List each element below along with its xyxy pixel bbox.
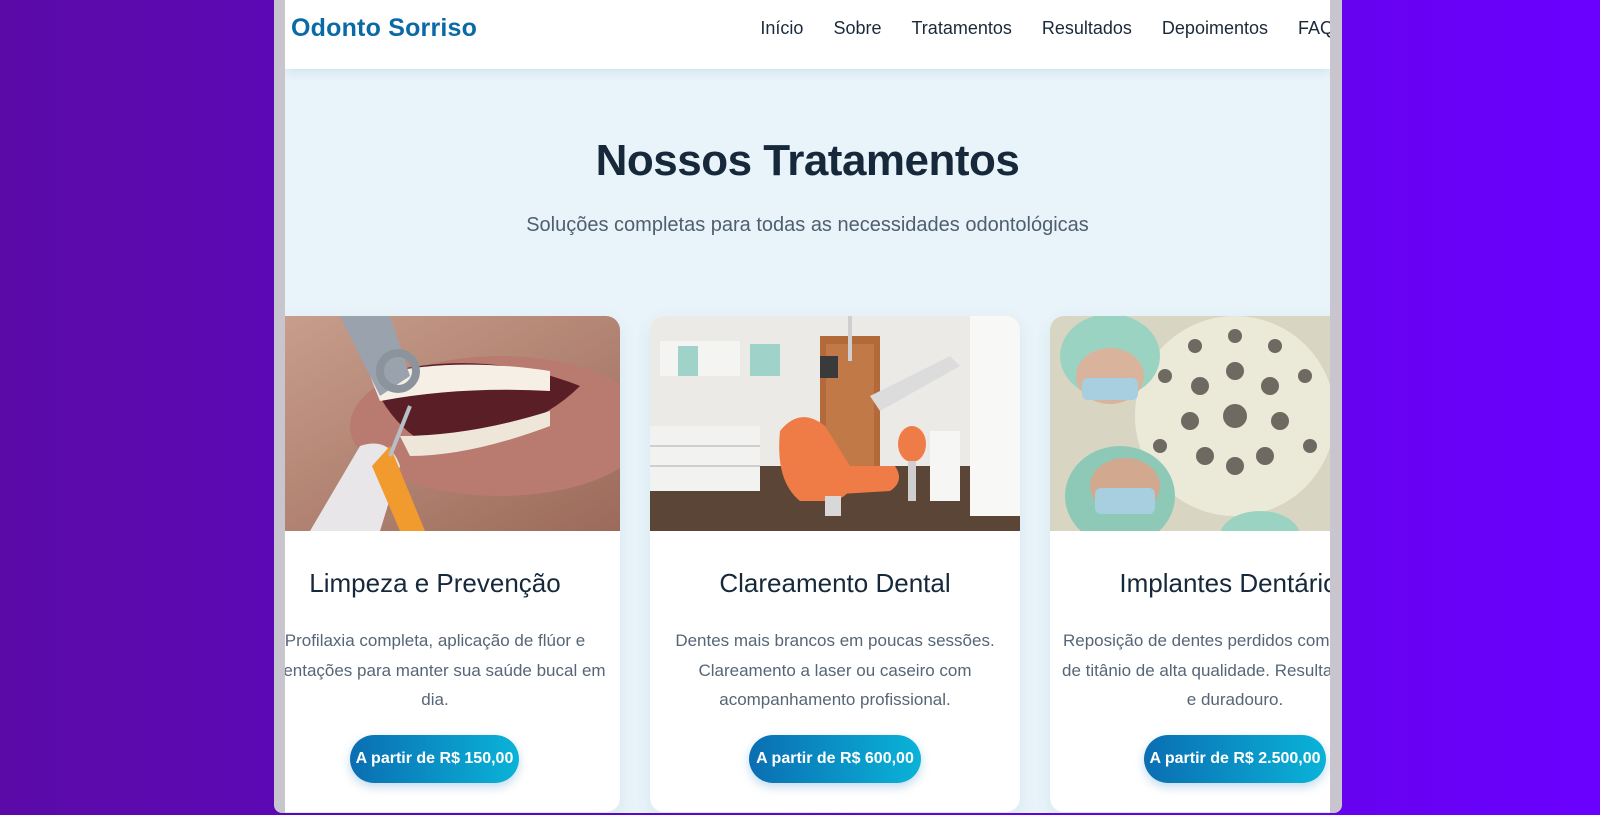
nav-link-depoimentos[interactable]: Depoimentos [1162,18,1268,39]
nav-link-resultados[interactable]: Resultados [1042,18,1132,39]
card-description: Profilaxia completa, aplicação de flúor … [285,631,606,709]
nav-menu: Início Sobre Tratamentos Resultados Depo… [760,18,1330,39]
price-button[interactable]: A partir de R$ 2.500,00 [1144,735,1326,783]
card-description: Dentes mais brancos em poucas sessões. C… [675,631,995,709]
page-viewport: Odonto Sorriso Início Sobre Tratamentos … [285,0,1330,813]
price-button[interactable]: A partir de R$ 150,00 [350,735,519,783]
nav-link-sobre[interactable]: Sobre [833,18,881,39]
card-title: Clareamento Dental [719,568,951,598]
nav-link-tratamentos[interactable]: Tratamentos [911,18,1011,39]
nav-link-inicio[interactable]: Início [760,18,803,39]
card-description: Reposição de dentes perdidos com implant… [1062,631,1330,709]
treatment-image-dental-office [650,316,1020,531]
card-title: Limpeza e Prevenção [309,568,561,598]
card-title: Implantes Dentários [1119,568,1330,598]
treatment-card-clareamento: Clareamento Dental Dentes mais brancos e… [650,316,1020,812]
section-subtitle: Soluções completas para todas as necessi… [526,214,1089,236]
price-button[interactable]: A partir de R$ 600,00 [749,735,921,783]
treatment-card-implantes: Implantes Dentários Reposição de dentes … [1050,316,1330,812]
nav-link-faq[interactable]: FAQ [1298,18,1330,39]
treatment-image-surgeons [1050,316,1330,531]
navbar: Odonto Sorriso Início Sobre Tratamentos … [285,0,1330,69]
treatment-image-dental-cleaning [285,316,620,531]
section-title: Nossos Tratamentos [595,136,1020,185]
brand-logo[interactable]: Odonto Sorriso [291,14,477,43]
treatment-card-limpeza: Limpeza e Prevenção Profilaxia completa,… [285,316,620,812]
